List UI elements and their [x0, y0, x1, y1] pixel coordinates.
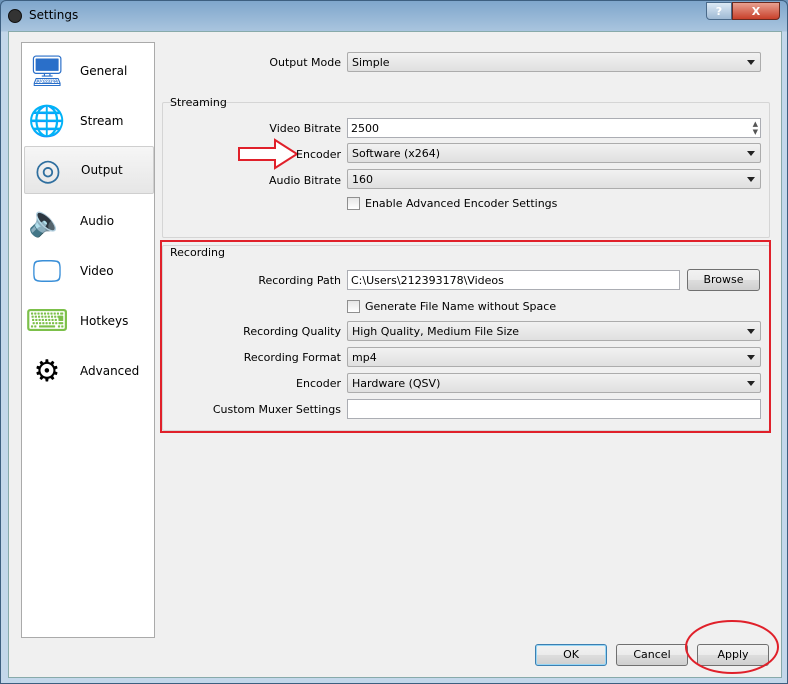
recording-path-label: Recording Path [258, 274, 341, 287]
sidebar-item-advanced[interactable]: ⚙ Advanced [24, 347, 154, 395]
muxer-input[interactable] [347, 399, 761, 419]
sidebar-item-video[interactable]: 🖵 Video [24, 247, 154, 295]
browse-button[interactable]: Browse [687, 269, 760, 291]
recording-format-value: mp4 [352, 351, 377, 364]
speaker-icon: 🔈 [28, 203, 66, 239]
stream-encoder-select[interactable]: Software (x264) [347, 143, 761, 163]
recording-encoder-select[interactable]: Hardware (QSV) [347, 373, 761, 393]
audio-bitrate-value: 160 [352, 173, 373, 186]
recording-encoder-label: Encoder [296, 377, 341, 390]
audio-bitrate-label: Audio Bitrate [268, 174, 341, 187]
sidebar-item-label: Output [81, 163, 123, 177]
globe-icon: 🌐 [28, 103, 66, 139]
broadcast-icon: ◎ [34, 152, 62, 188]
video-bitrate-value: 2500 [351, 122, 379, 135]
general-tools-icon: 🖥 [27, 53, 67, 89]
sidebar-item-hotkeys[interactable]: ⌨ Hotkeys [24, 297, 154, 345]
chevron-down-icon [747, 329, 755, 334]
ok-button[interactable]: OK [535, 644, 607, 666]
advanced-encoder-label: Enable Advanced Encoder Settings [365, 197, 558, 210]
recording-format-label: Recording Format [243, 351, 341, 364]
recording-quality-value: High Quality, Medium File Size [352, 325, 520, 338]
stream-encoder-value: Software (x264) [352, 147, 441, 160]
video-bitrate-label: Video Bitrate [269, 122, 341, 135]
settings-window: Settings ? X 🖥 General 🌐 Stream ◎ Output 🔈 A… [0, 0, 788, 684]
red-circle-annotation [685, 620, 779, 674]
sidebar-item-label: Advanced [80, 364, 140, 378]
output-mode-label: Output Mode [269, 56, 341, 69]
checkbox-box[interactable] [347, 300, 360, 313]
sidebar: 🖥 General 🌐 Stream ◎ Output 🔈 Audio 🖵 Video ⌨… [21, 42, 155, 638]
recording-path-input[interactable]: C:\Users\212393178\Videos [347, 270, 680, 290]
sidebar-item-audio[interactable]: 🔈 Audio [24, 197, 154, 245]
video-bitrate-spinbox[interactable]: 2500 ▲ ▼ [347, 118, 761, 138]
recording-title: Recording [170, 246, 226, 259]
spin-arrows-icon[interactable]: ▲ ▼ [753, 120, 758, 136]
sidebar-item-label: General [80, 64, 128, 78]
monitor-icon: 🖵 [32, 253, 62, 289]
recording-quality-select[interactable]: High Quality, Medium File Size [347, 321, 761, 341]
cancel-button[interactable]: Cancel [616, 644, 688, 666]
chevron-down-icon [747, 151, 755, 156]
chevron-down-icon [747, 355, 755, 360]
audio-bitrate-select[interactable]: 160 [347, 169, 761, 189]
recording-quality-label: Recording Quality [243, 325, 341, 338]
muxer-label: Custom Muxer Settings [212, 403, 341, 416]
stream-encoder-label: Encoder [296, 148, 341, 161]
window-title: Settings [29, 8, 79, 22]
help-button[interactable]: ? [706, 2, 732, 20]
sidebar-item-label: Audio [80, 214, 115, 228]
recording-path-value: C:\Users\212393178\Videos [351, 274, 504, 287]
recording-encoder-value: Hardware (QSV) [352, 377, 441, 390]
chevron-down-icon [747, 177, 755, 182]
streaming-title: Streaming [170, 96, 227, 109]
chevron-down-icon [747, 60, 755, 65]
output-mode-select[interactable]: Simple [347, 52, 761, 72]
obs-logo-icon [8, 9, 22, 23]
recording-format-select[interactable]: mp4 [347, 347, 761, 367]
gears-icon: ⚙ [33, 353, 61, 389]
checkbox-box[interactable] [347, 197, 360, 210]
nospace-checkbox[interactable]: Generate File Name without Space [347, 300, 556, 313]
output-mode-value: Simple [352, 56, 390, 69]
sidebar-item-label: Stream [80, 114, 124, 128]
sidebar-item-label: Hotkeys [80, 314, 129, 328]
sidebar-item-stream[interactable]: 🌐 Stream [24, 97, 154, 145]
close-button[interactable]: X [732, 2, 780, 20]
settings-client: 🖥 General 🌐 Stream ◎ Output 🔈 Audio 🖵 Video ⌨… [8, 31, 782, 678]
sidebar-item-output[interactable]: ◎ Output [24, 146, 154, 194]
sidebar-item-label: Video [80, 264, 114, 278]
advanced-encoder-checkbox[interactable]: Enable Advanced Encoder Settings [347, 197, 557, 210]
keyboard-icon: ⌨ [25, 303, 69, 339]
chevron-down-icon [747, 381, 755, 386]
sidebar-item-general[interactable]: 🖥 General [24, 47, 154, 95]
nospace-label: Generate File Name without Space [365, 300, 557, 313]
